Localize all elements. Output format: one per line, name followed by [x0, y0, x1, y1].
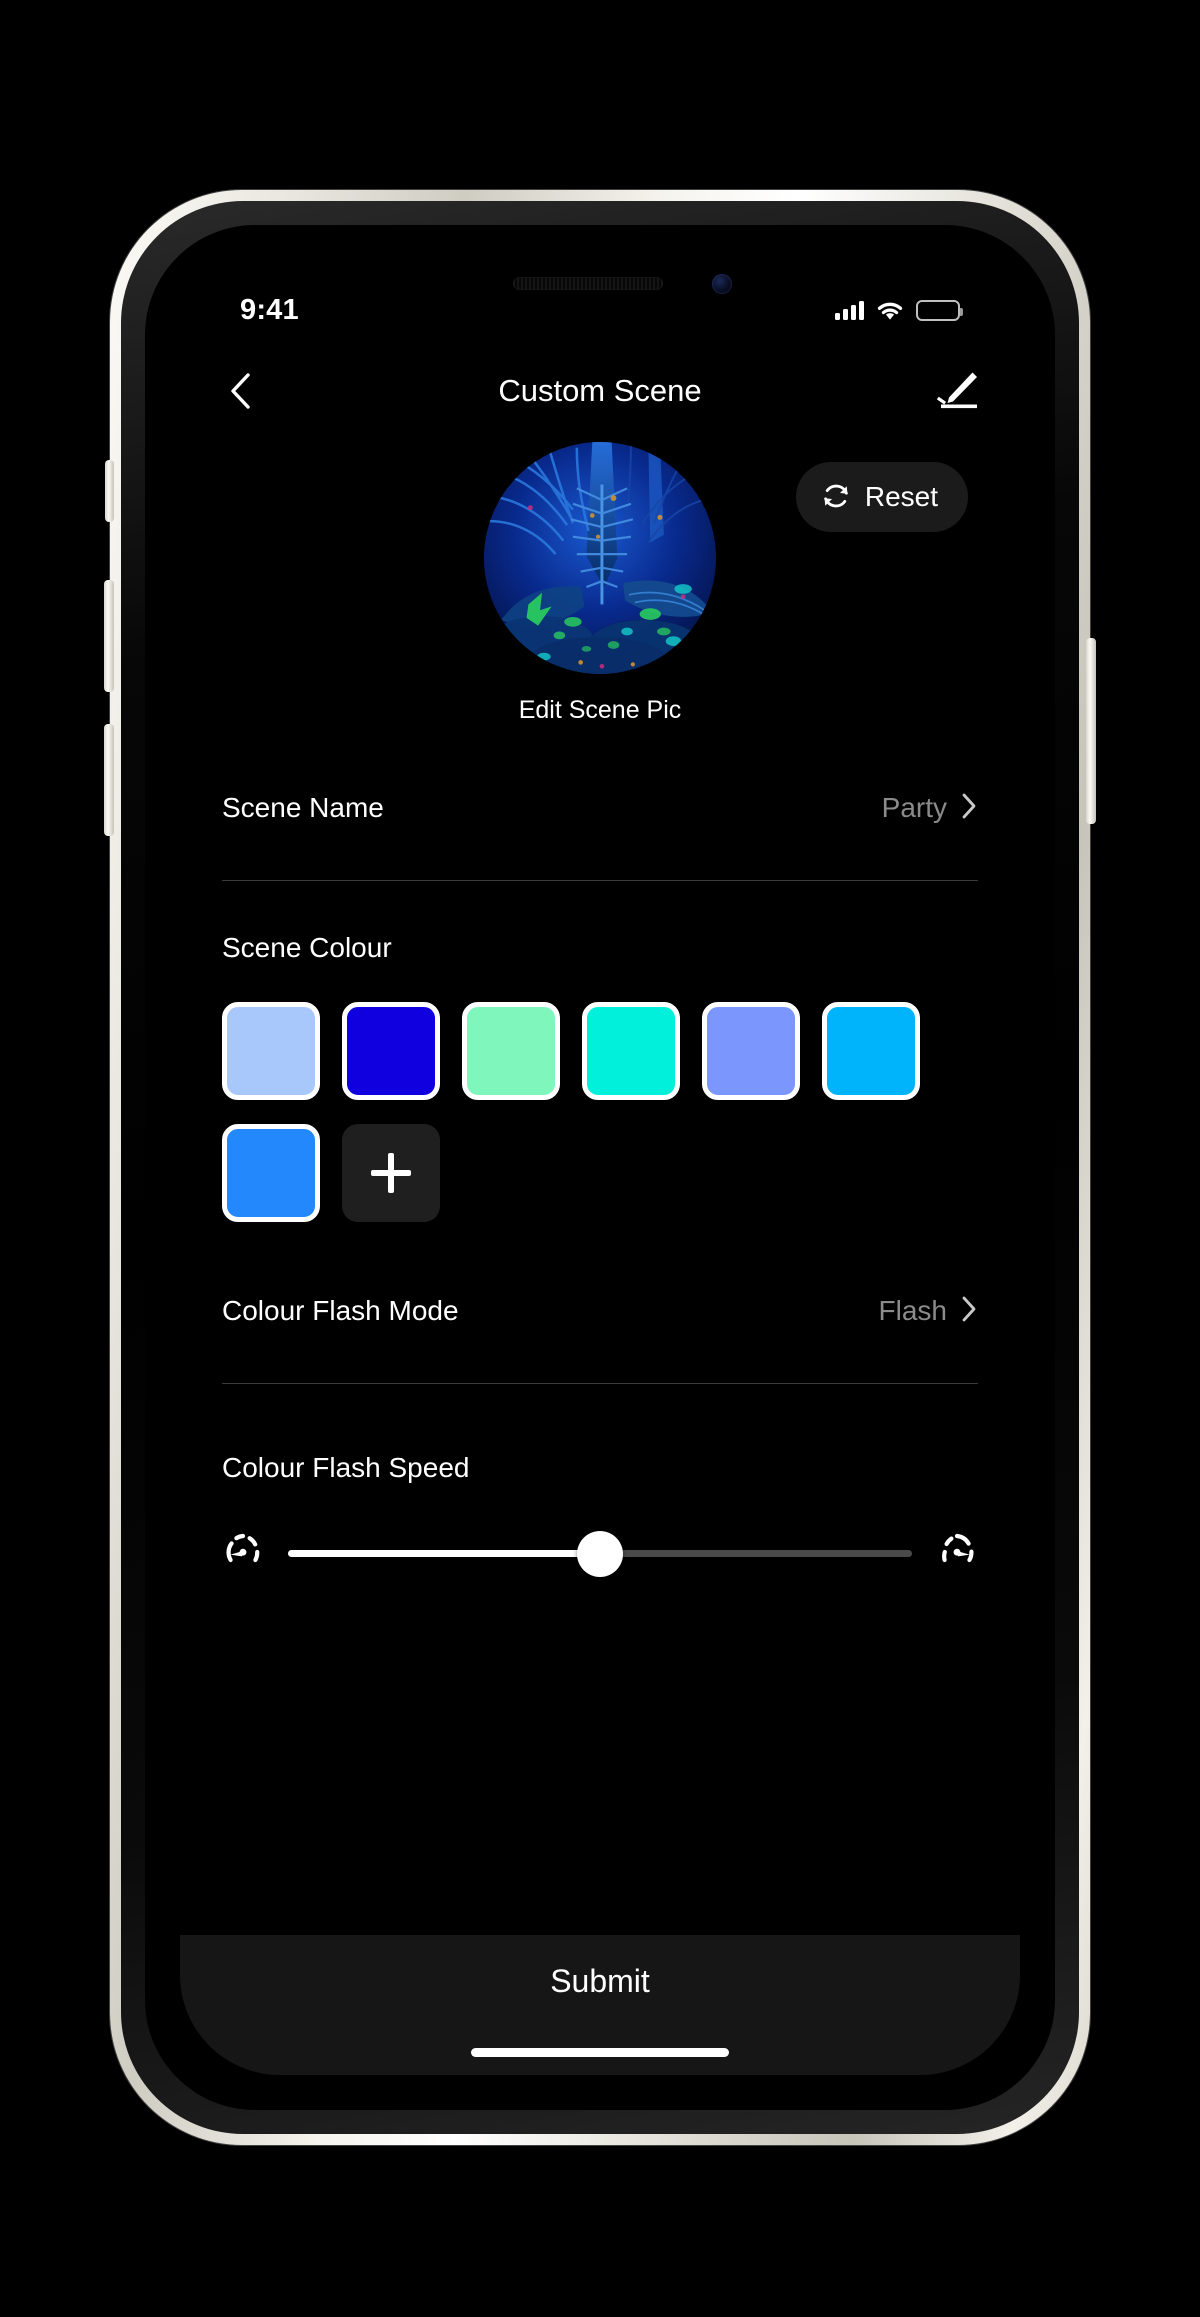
scene-name-value-group: Party — [882, 792, 978, 825]
power-button[interactable] — [1086, 638, 1096, 824]
add-colour-button[interactable] — [342, 1124, 440, 1222]
phone-screen: 9:41 Custom Scene Reset Edit Scene Pic S… — [180, 260, 1020, 2075]
submit-button[interactable]: Submit — [550, 1963, 650, 2000]
flash-mode-label: Colour Flash Mode — [222, 1295, 459, 1326]
colour-swatch-3[interactable] — [462, 1002, 560, 1100]
signal-bars-icon — [835, 300, 864, 320]
flash-speed-slider[interactable] — [288, 1530, 912, 1577]
refresh-circle-icon — [820, 480, 852, 515]
colour-swatch-7[interactable] — [222, 1124, 320, 1222]
phone-frame-inner: 9:41 Custom Scene Reset Edit Scene Pic S… — [121, 201, 1079, 2134]
silent-switch[interactable] — [105, 460, 114, 522]
notch — [390, 260, 810, 318]
scene-name-value: Party — [881, 792, 947, 823]
volume-down-button[interactable] — [104, 724, 114, 836]
navigation-bar: Custom Scene — [180, 352, 1020, 430]
flash-mode-value-group: Flash — [879, 1295, 978, 1328]
colour-swatch-5[interactable] — [702, 1002, 800, 1100]
phone-bezel: 9:41 Custom Scene Reset Edit Scene Pic S… — [145, 225, 1055, 2110]
flash-mode-value: Flash — [878, 1295, 947, 1326]
flash-mode-row[interactable]: Colour Flash Mode Flash — [222, 1273, 978, 1349]
chevron-left-icon — [231, 373, 250, 409]
wifi-icon — [876, 300, 904, 321]
scene-name-label: Scene Name — [222, 792, 384, 823]
speed-fast-gauge-icon — [936, 1530, 978, 1577]
scene-picture[interactable] — [484, 442, 716, 674]
page-title: Custom Scene — [498, 373, 702, 408]
phone-device-frame: 9:41 Custom Scene Reset Edit Scene Pic S… — [104, 190, 1096, 2145]
flash-speed-label: Colour Flash Speed — [222, 1452, 470, 1483]
back-button[interactable] — [208, 359, 272, 423]
chevron-right-icon — [961, 792, 978, 825]
reset-button-label: Reset — [864, 481, 938, 512]
home-indicator[interactable] — [471, 2048, 729, 2057]
scene-name-section: Scene Name Party — [180, 770, 1020, 881]
scene-name-row[interactable]: Scene Name Party — [222, 770, 978, 846]
earpiece-speaker-icon — [513, 277, 663, 290]
scene-name-divider — [222, 880, 978, 881]
scene-picture-caption: Edit Scene Pic — [518, 696, 682, 724]
scene-colour-label: Scene Colour — [222, 932, 392, 963]
scene-colour-section: Scene Colour — [180, 932, 1020, 1222]
slider-fill — [288, 1550, 600, 1557]
speed-slow-gauge-icon — [222, 1530, 264, 1577]
edit-button[interactable] — [926, 360, 988, 422]
flash-mode-divider — [222, 1383, 978, 1384]
battery-full-icon — [916, 299, 963, 321]
front-camera-icon — [712, 274, 732, 294]
flash-mode-section: Colour Flash Mode Flash — [180, 1273, 1020, 1384]
flash-speed-section: Colour Flash Speed — [180, 1452, 1020, 1577]
reset-button[interactable]: Reset — [795, 462, 968, 532]
flash-speed-slider-row — [222, 1530, 978, 1577]
pencil-edit-icon — [936, 372, 977, 409]
slider-thumb[interactable] — [577, 1530, 623, 1577]
colour-swatch-2[interactable] — [342, 1002, 440, 1100]
chevron-right-icon — [961, 1295, 978, 1328]
status-bar-indicators — [835, 299, 963, 321]
scene-hero: Reset Edit Scene Pic — [180, 442, 1020, 725]
volume-up-button[interactable] — [104, 580, 114, 692]
status-bar-time: 9:41 — [240, 293, 299, 326]
colour-swatch-6[interactable] — [822, 1002, 920, 1100]
scene-colour-swatch-grid — [222, 1002, 978, 1222]
colour-swatch-4[interactable] — [582, 1002, 680, 1100]
bottom-action-bar: Submit — [180, 1935, 1020, 2075]
colour-swatch-1[interactable] — [222, 1002, 320, 1100]
